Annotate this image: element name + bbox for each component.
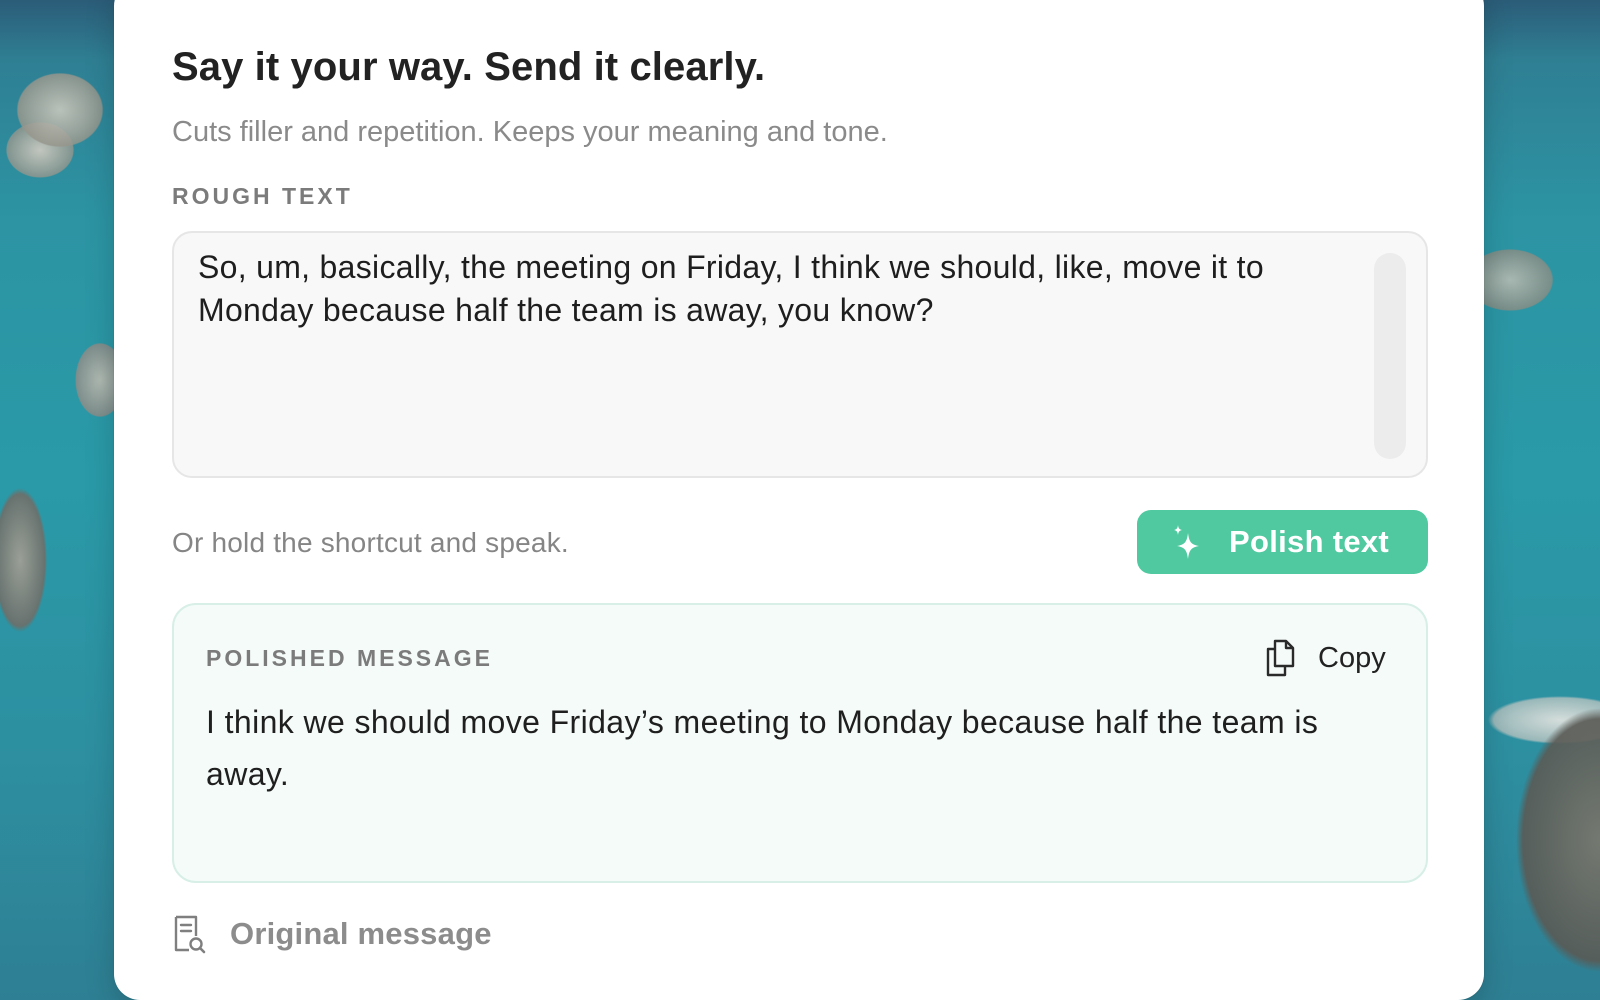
page-title: Say it your way. Send it clearly. <box>172 45 766 89</box>
polished-message-label: POLISHED MESSAGE <box>206 645 493 671</box>
shortcut-hint: Or hold the shortcut and speak. <box>172 527 569 558</box>
original-message-label: Original message <box>230 916 492 951</box>
polished-message-text: I think we should move Friday’s meeting … <box>206 704 1319 792</box>
original-message-toggle[interactable]: Original message <box>172 912 492 956</box>
copy-button[interactable]: Copy <box>1262 636 1386 680</box>
rough-text-scrollbar[interactable] <box>1374 253 1406 459</box>
polish-text-button-label: Polish text <box>1229 524 1390 559</box>
document-search-icon <box>174 915 206 954</box>
rough-text-label: ROUGH TEXT <box>172 183 353 209</box>
polish-text-button[interactable]: Polish text <box>1137 510 1428 574</box>
copy-button-label: Copy <box>1318 641 1386 674</box>
page-subtitle: Cuts filler and repetition. Keeps your m… <box>172 116 888 148</box>
rough-text-value[interactable]: So, um, basically, the meeting on Friday… <box>198 246 1348 332</box>
sparkle-icon <box>1174 525 1199 559</box>
copy-icon <box>1266 639 1295 677</box>
